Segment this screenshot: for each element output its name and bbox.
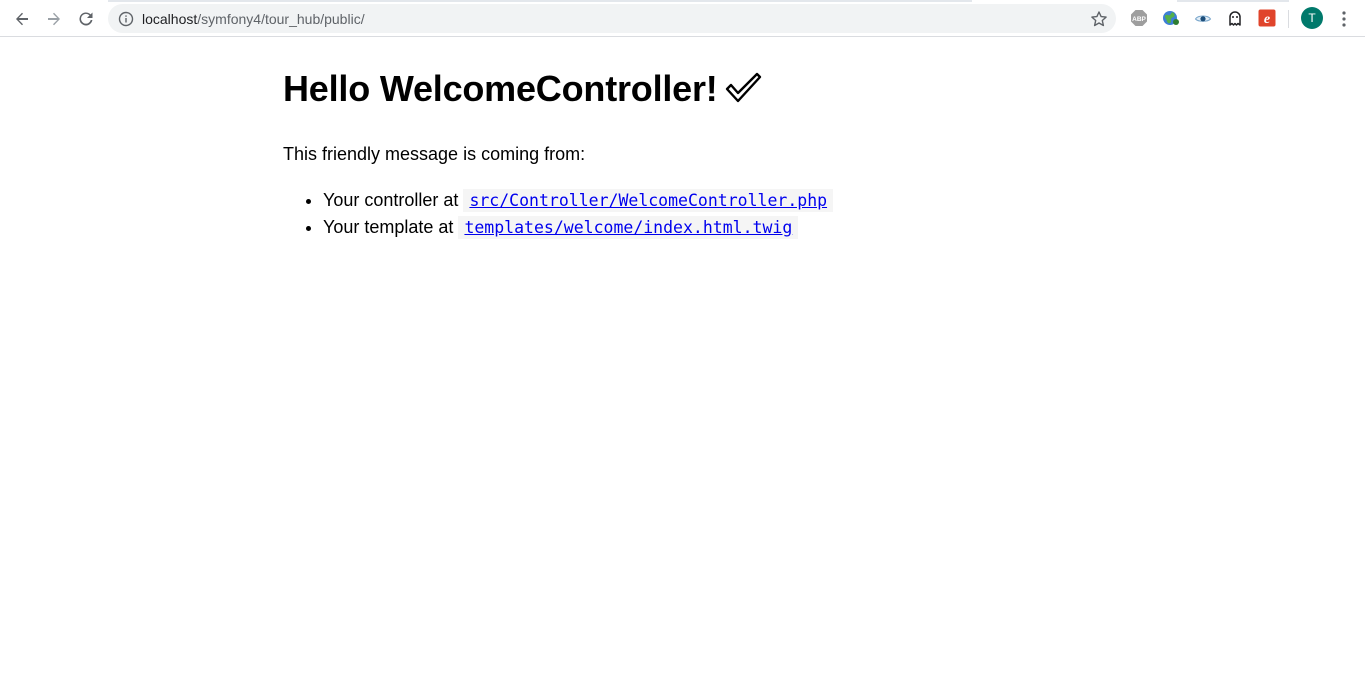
back-arrow-icon — [16, 12, 28, 26]
url-host: localhost — [142, 11, 198, 27]
adblock-plus-icon[interactable]: ABP — [1130, 9, 1148, 27]
check-mark-icon — [725, 72, 761, 103]
svg-text:e: e — [1264, 12, 1270, 27]
profile-avatar[interactable]: T — [1301, 7, 1323, 29]
bookmark-star-icon[interactable] — [1090, 10, 1108, 28]
template-path: templates/welcome/index.html.twig — [458, 216, 799, 239]
list-item-template: Your template at templates/welcome/index… — [323, 214, 833, 241]
ghost-extension-icon[interactable] — [1226, 9, 1244, 27]
heading-text: Hello WelcomeController! — [283, 68, 718, 109]
forward-button[interactable] — [41, 6, 67, 32]
controller-label: Your controller at — [323, 190, 459, 210]
info-icon[interactable] — [118, 11, 134, 27]
browser-toolbar: localhost/symfony4/tour_hub/public/ ABP … — [0, 0, 1365, 37]
controller-path-link[interactable]: src/Controller/WelcomeController.php — [469, 191, 827, 210]
template-path-link[interactable]: templates/welcome/index.html.twig — [464, 218, 792, 237]
toolbar-separator — [1288, 10, 1289, 28]
template-label: Your template at — [323, 217, 454, 237]
forward-arrow-icon — [48, 12, 60, 26]
back-button[interactable] — [9, 6, 35, 32]
source-list: Your controller at src/Controller/Welcom… — [283, 187, 834, 241]
page-content: Hello WelcomeController! This friendly m… — [283, 67, 1083, 239]
e-extension-icon[interactable]: e — [1258, 9, 1276, 27]
page-heading: Hello WelcomeController! — [283, 67, 1083, 111]
intro-text: This friendly message is coming from: — [283, 144, 586, 164]
tab-strip-edge — [108, 0, 972, 2]
url-path: /symfony4/tour_hub/public/ — [197, 11, 365, 27]
globe-extension-icon[interactable] — [1162, 9, 1180, 27]
address-bar[interactable]: localhost/symfony4/tour_hub/public/ — [108, 4, 1116, 33]
svg-text:ABP: ABP — [1132, 16, 1146, 23]
kebab-menu-icon[interactable] — [1336, 10, 1352, 28]
list-item-controller: Your controller at src/Controller/Welcom… — [323, 187, 834, 214]
eye-extension-icon[interactable] — [1194, 9, 1212, 27]
url-text[interactable]: localhost/symfony4/tour_hub/public/ — [142, 11, 365, 27]
controller-path: src/Controller/WelcomeController.php — [463, 189, 834, 212]
reload-icon — [79, 12, 93, 26]
tab-strip-edge — [1177, 0, 1289, 2]
reload-button[interactable] — [73, 6, 99, 32]
